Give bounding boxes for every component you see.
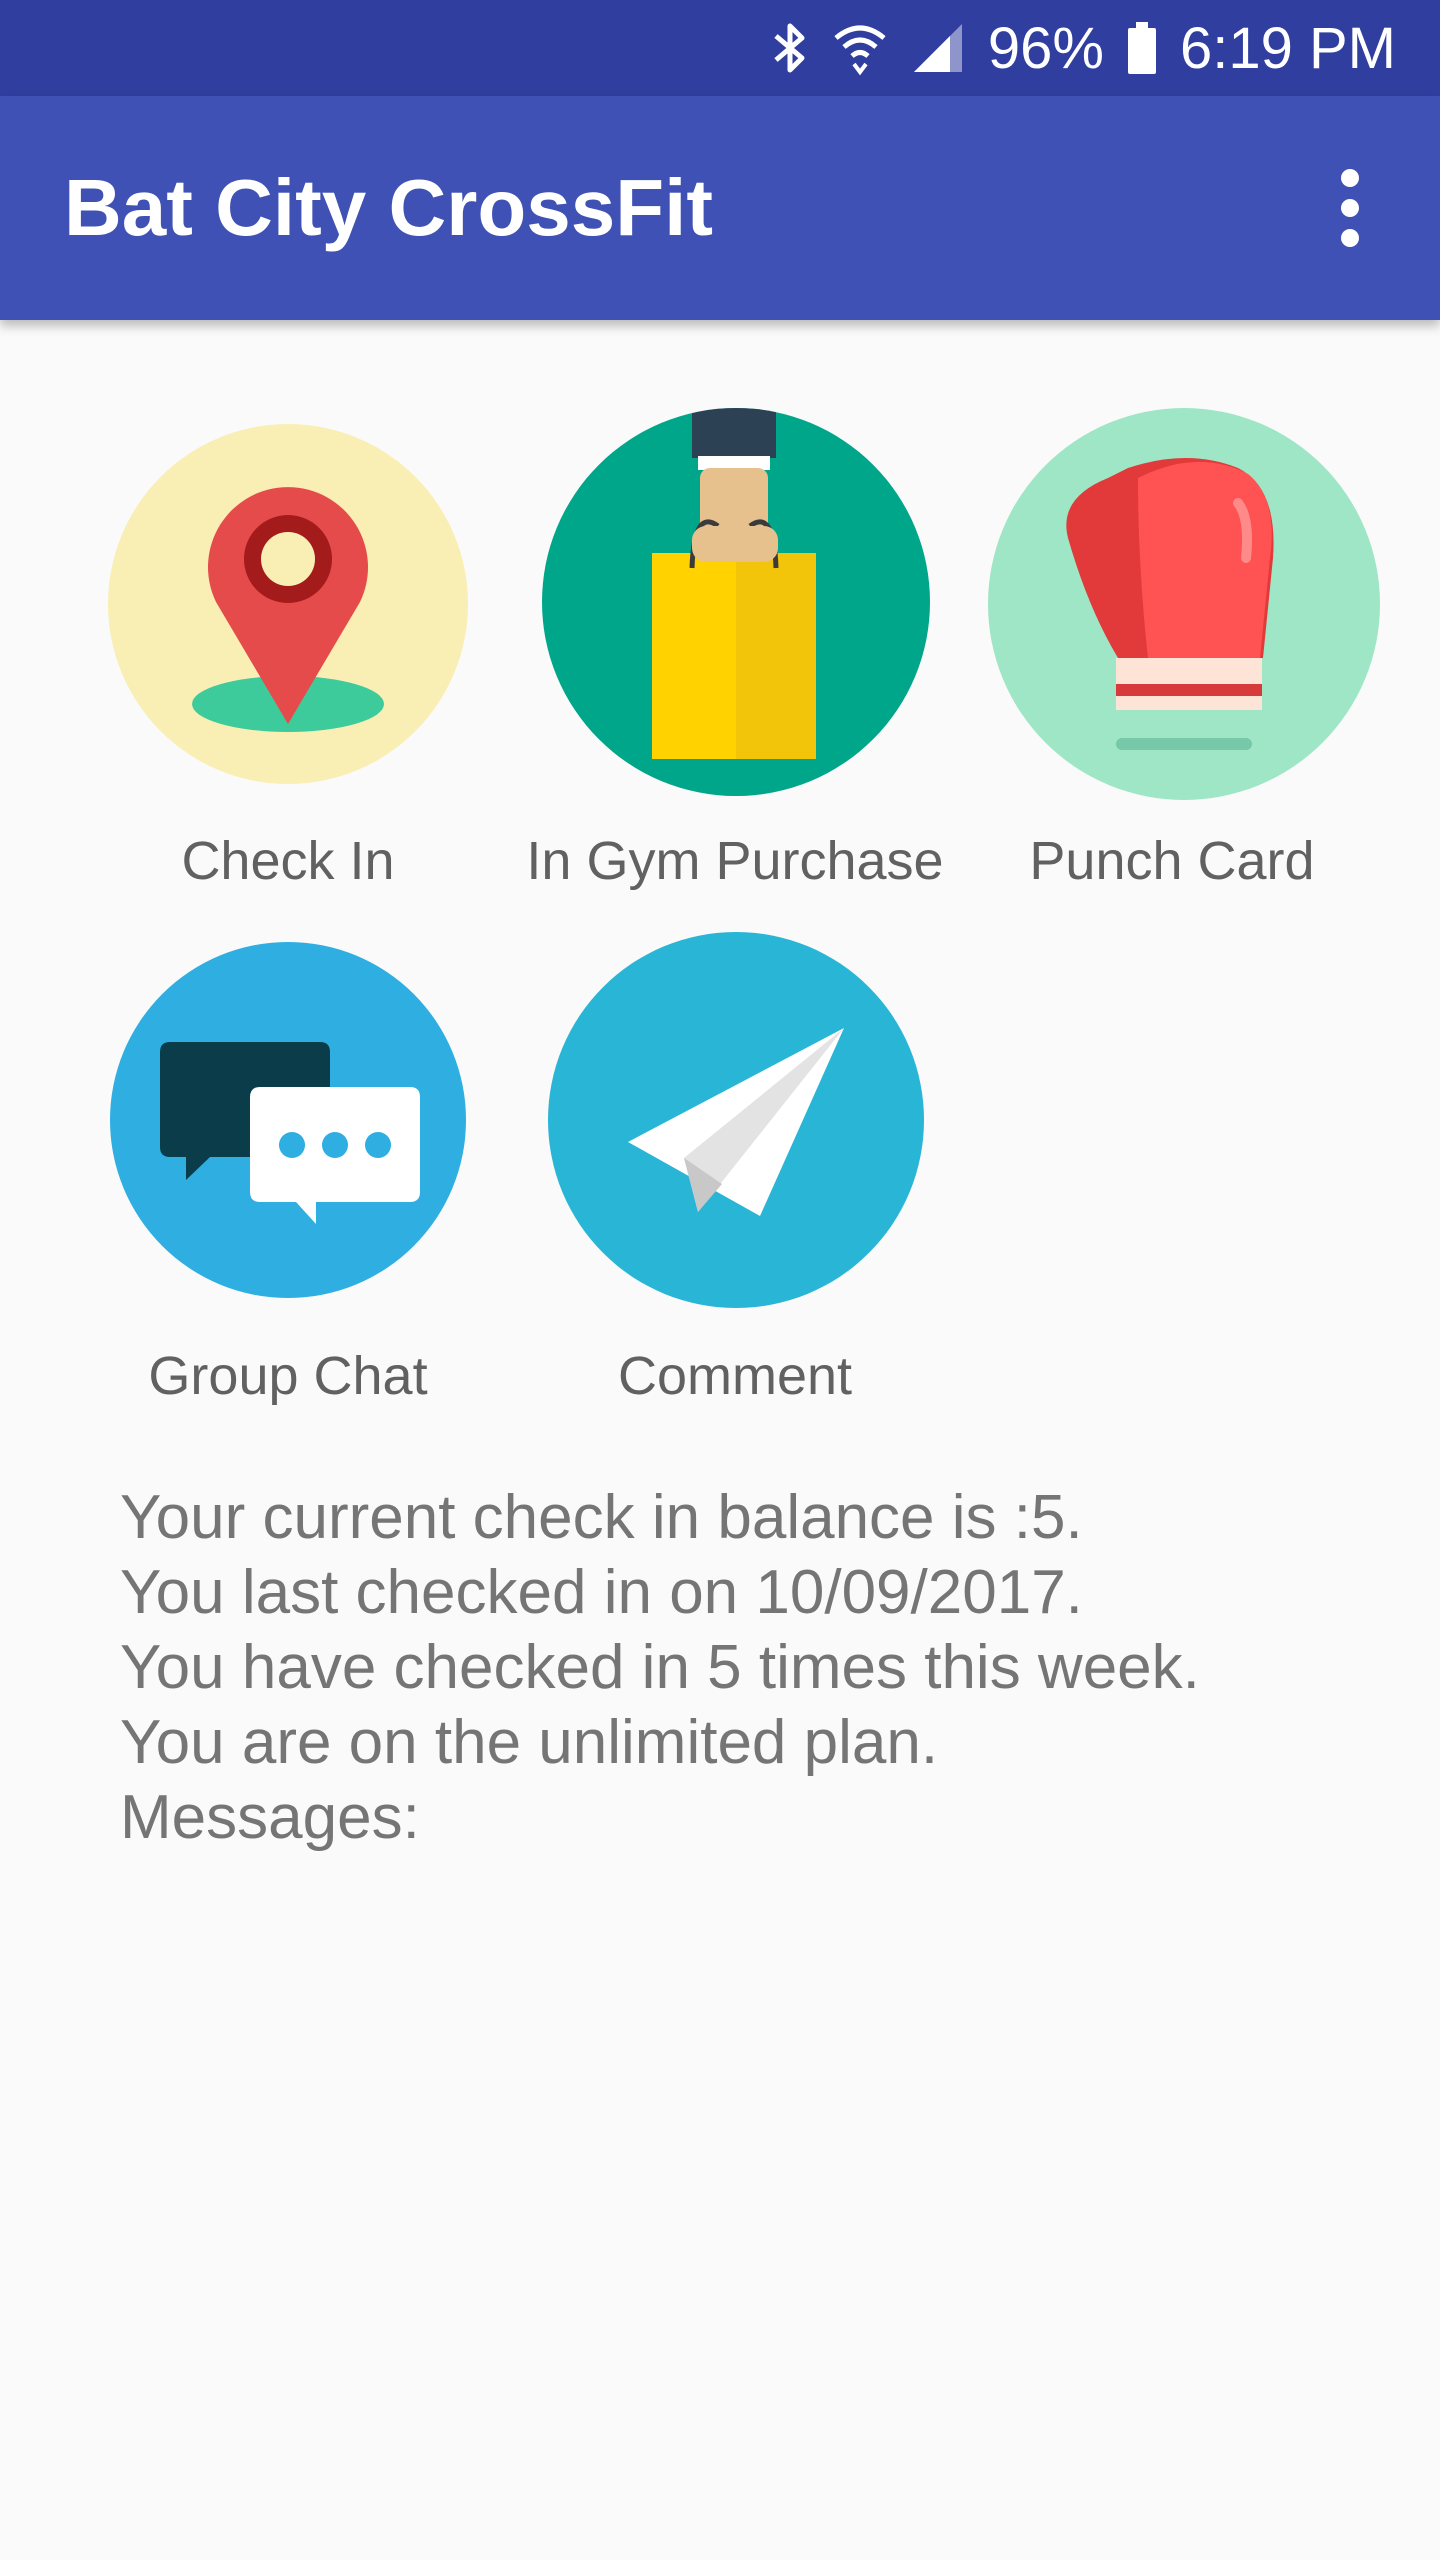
chat-bubbles-icon (110, 942, 466, 1298)
status-icons: 96% 6:19 PM (770, 0, 1396, 96)
cell-signal-icon (910, 20, 966, 76)
boxing-glove-icon (988, 408, 1380, 800)
in-gym-purchase-button[interactable]: In Gym Purchase (510, 400, 960, 920)
wifi-icon (832, 20, 888, 76)
more-vert-icon[interactable] (1300, 158, 1400, 258)
balance-text: Your current check in balance is :5. (120, 1483, 1083, 1552)
comment-button[interactable]: Comment (510, 930, 960, 1410)
battery-percent: 96% (987, 15, 1104, 81)
plan-text: You are on the unlimited plan. (120, 1708, 939, 1777)
weekly-checkins-text: You have checked in 5 times this week. (120, 1633, 1200, 1702)
map-pin-icon (108, 424, 468, 784)
clock: 6:19 PM (1180, 15, 1396, 81)
punch-card-label: Punch Card (1029, 831, 1315, 891)
status-bar: 96% 6:19 PM (0, 0, 1440, 96)
punch-card-button[interactable]: Punch Card (962, 400, 1382, 920)
last-checkin-text: You last checked in on 10/09/2017. (120, 1558, 1083, 1627)
paper-plane-icon (548, 932, 924, 1308)
messages-heading: Messages: (120, 1783, 420, 1852)
comment-label: Comment (617, 1346, 853, 1406)
check-in-button[interactable]: Check In (68, 400, 508, 920)
battery-icon (1126, 20, 1158, 76)
in-gym-purchase-label: In Gym Purchase (526, 831, 944, 891)
group-chat-label: Group Chat (148, 1346, 428, 1406)
check-in-label: Check In (181, 831, 395, 891)
app-title: Bat City CrossFit (64, 163, 713, 252)
account-info: Your current check in balance is :5. You… (120, 1480, 1360, 1855)
bluetooth-icon (770, 20, 810, 76)
group-chat-button[interactable]: Group Chat (68, 930, 508, 1410)
app-bar: Bat City CrossFit (0, 96, 1440, 320)
shopping-bag-icon (542, 408, 930, 796)
